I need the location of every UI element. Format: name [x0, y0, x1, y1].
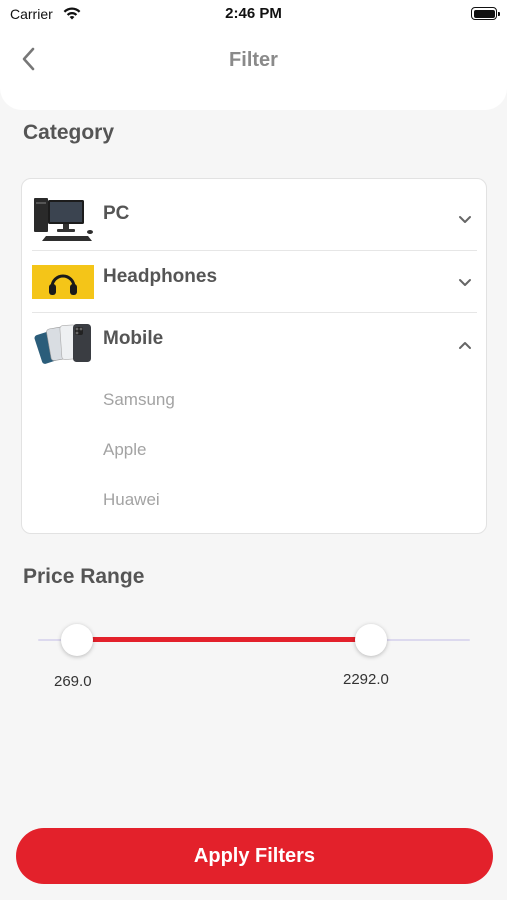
category-item-mobile[interactable]: Mobile [32, 312, 477, 374]
headphones-image [32, 259, 94, 305]
chevron-down-icon[interactable] [457, 213, 473, 225]
chevron-up-icon[interactable] [457, 338, 473, 350]
subcategory-item[interactable]: Samsung [103, 390, 175, 410]
slider-min-handle[interactable] [60, 624, 93, 656]
category-list: PC Headphones Mobile Samsung Apple Huawe… [21, 178, 487, 534]
category-item-pc[interactable]: PC [32, 187, 477, 249]
min-price-value: 269.0 [54, 673, 92, 690]
desktop-pc-image [32, 196, 94, 242]
mobile-phones-image [32, 321, 94, 367]
apply-filters-button[interactable]: Apply Filters [16, 828, 493, 884]
category-item-headphones[interactable]: Headphones [32, 250, 477, 312]
category-title: Category [23, 121, 115, 144]
page-title: Filter [229, 49, 278, 71]
slider-max-handle[interactable] [354, 624, 387, 656]
subcategory-item[interactable]: Huawei [103, 490, 160, 510]
clock: 2:46 PM [225, 5, 282, 22]
category-label-mobile: Mobile [103, 328, 164, 349]
category-label-pc: PC [103, 203, 130, 224]
slider-selected-range [76, 637, 371, 642]
price-range-slider[interactable] [38, 620, 470, 660]
chevron-down-icon[interactable] [457, 276, 473, 288]
subcategory-item[interactable]: Apple [103, 440, 146, 460]
status-bar: Carrier 2:46 PM [0, 0, 507, 28]
battery-icon [471, 7, 500, 20]
header-bar: Carrier 2:46 PM Filter [0, 0, 507, 110]
price-range-title: Price Range [23, 565, 145, 588]
max-price-value: 2292.0 [343, 671, 389, 688]
category-label-headphones: Headphones [103, 266, 218, 287]
